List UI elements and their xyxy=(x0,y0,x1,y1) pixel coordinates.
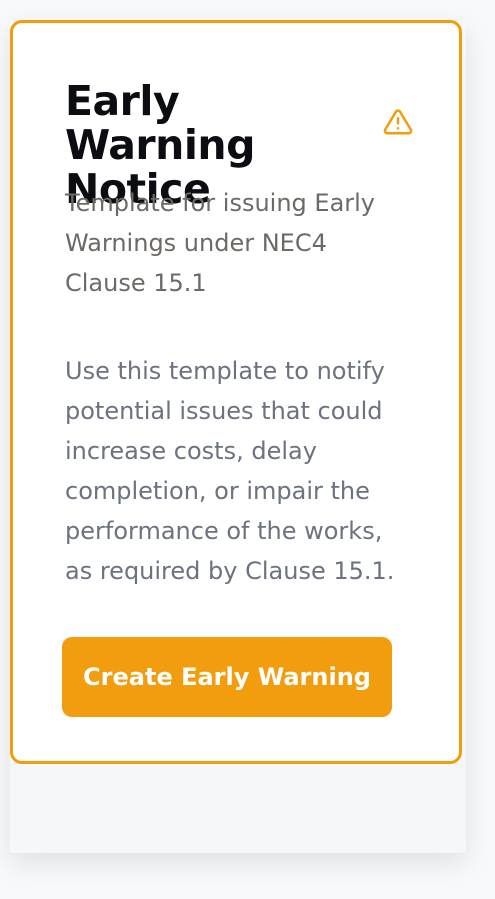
card-description: Use this template to notify potential is… xyxy=(65,357,395,585)
card-subtitle: Template for issuing Early Warnings unde… xyxy=(65,189,376,297)
warning-triangle-icon xyxy=(383,109,413,135)
template-card: Early Warning Notice Template for issuin… xyxy=(10,20,462,764)
create-early-warning-button[interactable]: Create Early Warning xyxy=(62,637,392,717)
